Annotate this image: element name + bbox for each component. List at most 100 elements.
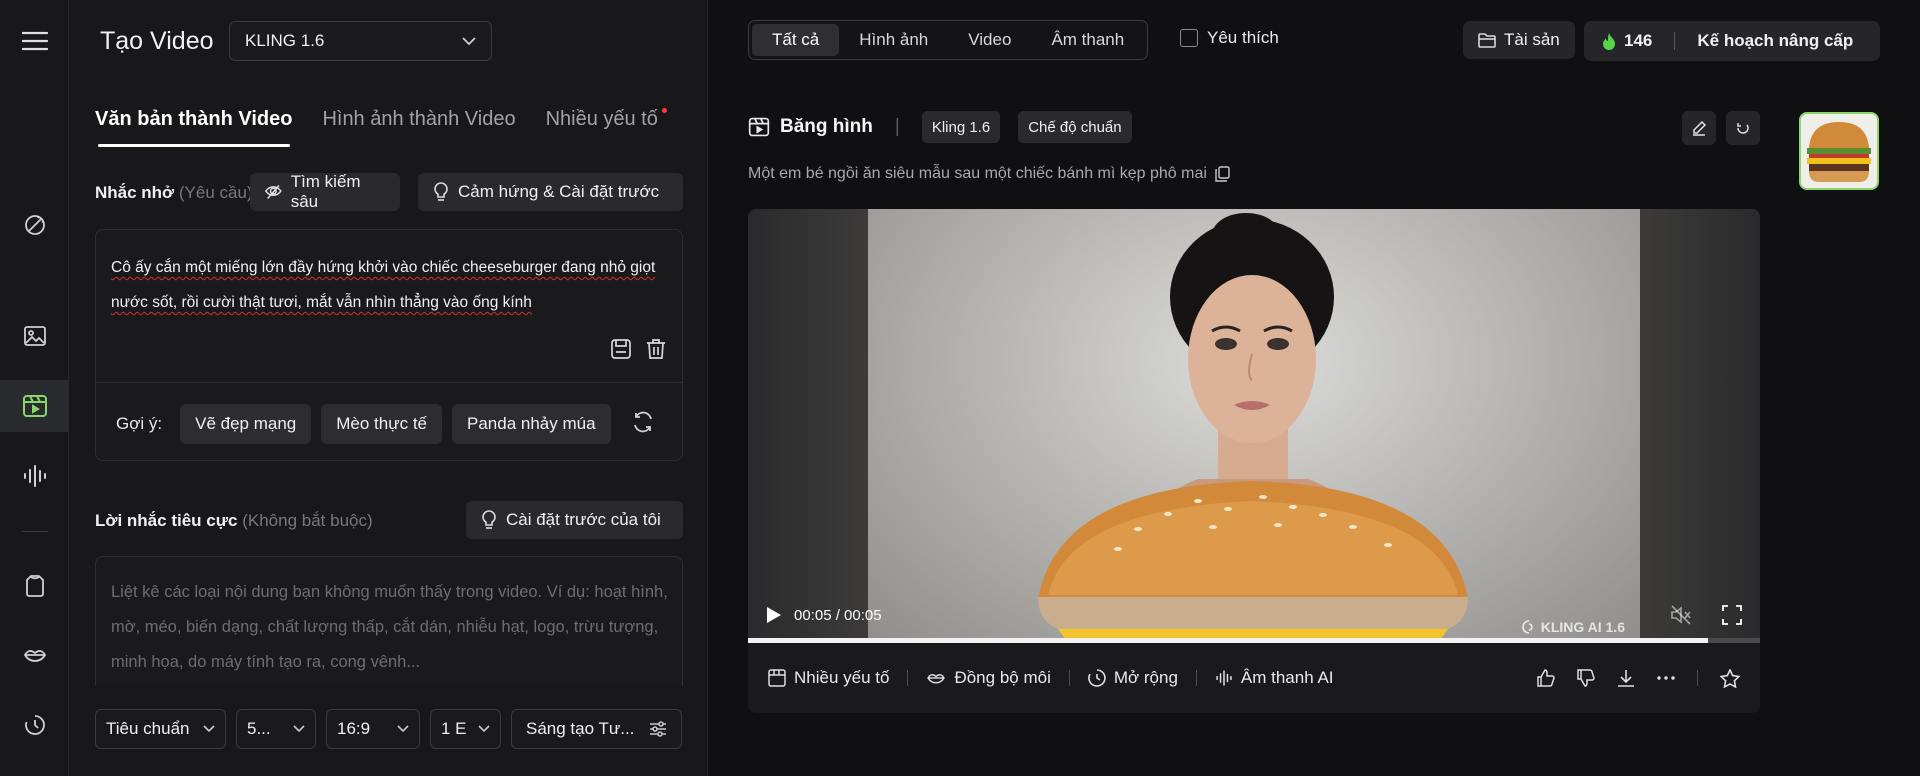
delete-prompt-button[interactable] (646, 338, 666, 365)
history-icon (24, 715, 45, 735)
star-icon[interactable] (1720, 668, 1740, 688)
prompt-label: Nhắc nhở (Yêu cầu) (95, 183, 253, 203)
favorites-checkbox[interactable] (1180, 29, 1198, 47)
video-letterbox-left (748, 209, 868, 643)
creativity-settings[interactable]: Sáng tạo Tư... (511, 709, 682, 749)
deep-search-label: Tìm kiếm sâu (290, 172, 361, 211)
rail-history[interactable] (0, 699, 69, 751)
video-letterbox-right (1640, 209, 1760, 643)
rail-magic[interactable] (0, 199, 69, 251)
filter-tabs: Tất cả Hình ảnh Video Âm thanh (748, 20, 1149, 60)
favorites-toggle[interactable]: Yêu thích (1180, 28, 1279, 48)
tab-image-to-video[interactable]: Hình ảnh thành Video (322, 108, 515, 147)
lip-sync-action[interactable]: Đồng bộ môi (926, 668, 1051, 688)
model-select[interactable]: KLING 1.6 (229, 21, 492, 61)
rail-audio[interactable] (0, 450, 69, 502)
filter-all[interactable]: Tất cả (752, 24, 840, 56)
refresh-suggestions-button[interactable] (631, 410, 655, 439)
suggestion-chip[interactable]: Mèo thực tế (321, 404, 443, 444)
lips-icon (23, 650, 46, 662)
hamburger-icon (21, 31, 48, 51)
video-result-card: Băng hình | Kling 1.6 Chế độ chuẩn Một e… (748, 101, 1760, 713)
deep-search-button[interactable]: Tìm kiếm sâu (250, 172, 400, 211)
rail-image[interactable] (0, 310, 69, 362)
results-area: Tất cả Hình ảnh Video Âm thanh Yêu thích… (708, 0, 1920, 776)
video-time: 00:05 / 00:05 (794, 606, 882, 624)
upgrade-plan-button[interactable]: 146 Kế hoạch nâng cấp (1584, 21, 1880, 61)
audio-wave-icon (1216, 670, 1232, 686)
action-label: Nhiều yếu tố (794, 668, 890, 687)
chevron-down-icon (462, 36, 476, 45)
save-prompt-button[interactable] (610, 338, 632, 365)
multi-element-action[interactable]: Nhiều yếu tố (768, 668, 889, 688)
card-header: Băng hình | Kling 1.6 Chế độ chuẩn (748, 111, 1140, 143)
divider (1697, 670, 1698, 686)
ai-audio-action[interactable]: Âm thanh AI (1215, 668, 1334, 688)
prompt-caption: Một em bé ngồi ăn siêu mẫu sau một chiếc… (748, 165, 1230, 183)
action-label: Mở rộng (1113, 668, 1178, 687)
prompt-label-text: Nhắc nhở (95, 183, 175, 202)
feedback-actions (1537, 668, 1740, 688)
assets-button[interactable]: Tài sản (1463, 21, 1575, 59)
copy-icon[interactable] (1214, 166, 1230, 182)
regenerate-button[interactable] (1726, 111, 1760, 145)
extend-action[interactable]: Mở rộng (1087, 668, 1178, 688)
prompt-textarea[interactable]: Cô ấy cắn một miếng lớn đầy hứng khởi và… (111, 250, 671, 320)
my-presets-button[interactable]: Cài đặt trước của tôi (466, 501, 683, 539)
magic-wand-icon (24, 215, 45, 235)
tab-label: Nhiều yếu tố (545, 108, 658, 130)
suggestion-row: Gợi ý: Vẽ đẹp mạng Mèo thực tế Panda nhả… (116, 404, 666, 444)
duration-select[interactable]: 5... (236, 709, 316, 749)
play-icon[interactable] (766, 606, 782, 624)
creativity-value: Sáng tạo Tư... (526, 719, 635, 738)
negative-prompt-input[interactable]: Liệt kê các loại nội dung bạn không muốn… (111, 575, 671, 680)
tab-multi-element[interactable]: Nhiều yếu tố (545, 108, 667, 147)
inspiration-button[interactable]: Cảm hứng & Cài đặt trước (418, 173, 683, 211)
quality-select[interactable]: Tiêu chuẩn (95, 709, 226, 749)
rail-video[interactable] (0, 380, 69, 432)
thumbs-down-icon[interactable] (1577, 669, 1595, 687)
result-thumbnail[interactable] (1799, 112, 1879, 190)
sliders-icon (650, 721, 666, 737)
upgrade-label: Kế hoạch nâng cấp (1697, 31, 1854, 50)
suggestion-chip[interactable]: Panda nhảy múa (452, 404, 611, 444)
refresh-icon (633, 411, 652, 432)
negative-prompt-box: Liệt kê các loại nội dung bạn không muốn… (95, 556, 683, 686)
suggest-label: Gợi ý: (116, 414, 163, 433)
video-player[interactable]: KLING AI 1.6 00:05 / 00:05 (748, 209, 1760, 643)
output-count-select[interactable]: 1 E (430, 709, 501, 749)
divider: | (894, 116, 900, 137)
card-tools (1682, 111, 1760, 145)
trash-icon (647, 339, 665, 359)
download-icon[interactable] (1617, 669, 1635, 687)
mode-tag: Chế độ chuẩn (1018, 111, 1132, 143)
filter-videos[interactable]: Video (948, 24, 1031, 56)
edit-button[interactable] (1682, 111, 1716, 145)
filter-audio[interactable]: Âm thanh (1031, 24, 1144, 56)
filter-images[interactable]: Hình ảnh (839, 24, 948, 56)
aspect-ratio-select[interactable]: 16:9 (326, 709, 420, 749)
menu-button[interactable] (0, 15, 69, 67)
chevron-down-icon (203, 725, 215, 733)
chevron-down-icon (293, 725, 305, 733)
rail-outfit[interactable] (0, 560, 69, 612)
multi-element-icon (768, 669, 786, 687)
suggestion-chip[interactable]: Vẽ đẹp mạng (180, 404, 312, 444)
tab-text-to-video[interactable]: Văn bản thành Video (95, 108, 292, 147)
fullscreen-icon[interactable] (1722, 605, 1742, 625)
extend-icon (1087, 669, 1106, 687)
thumbs-up-icon[interactable] (1537, 669, 1555, 687)
divider (96, 382, 682, 383)
mute-icon[interactable] (1670, 605, 1692, 625)
output-count-value: 1 E (441, 719, 467, 738)
quality-value: Tiêu chuẩn (106, 719, 190, 738)
caption-text: Một em bé ngồi ăn siêu mẫu sau một chiếc… (748, 165, 1207, 182)
divider (1068, 670, 1070, 686)
model-select-value: KLING 1.6 (245, 31, 325, 50)
bulb-icon (434, 182, 448, 201)
mode-tabs: Văn bản thành Video Hình ảnh thành Video… (95, 108, 667, 147)
lips-icon (927, 674, 946, 684)
shirt-icon (25, 575, 44, 597)
rail-lipsync[interactable] (0, 629, 69, 681)
more-icon[interactable] (1657, 675, 1675, 681)
